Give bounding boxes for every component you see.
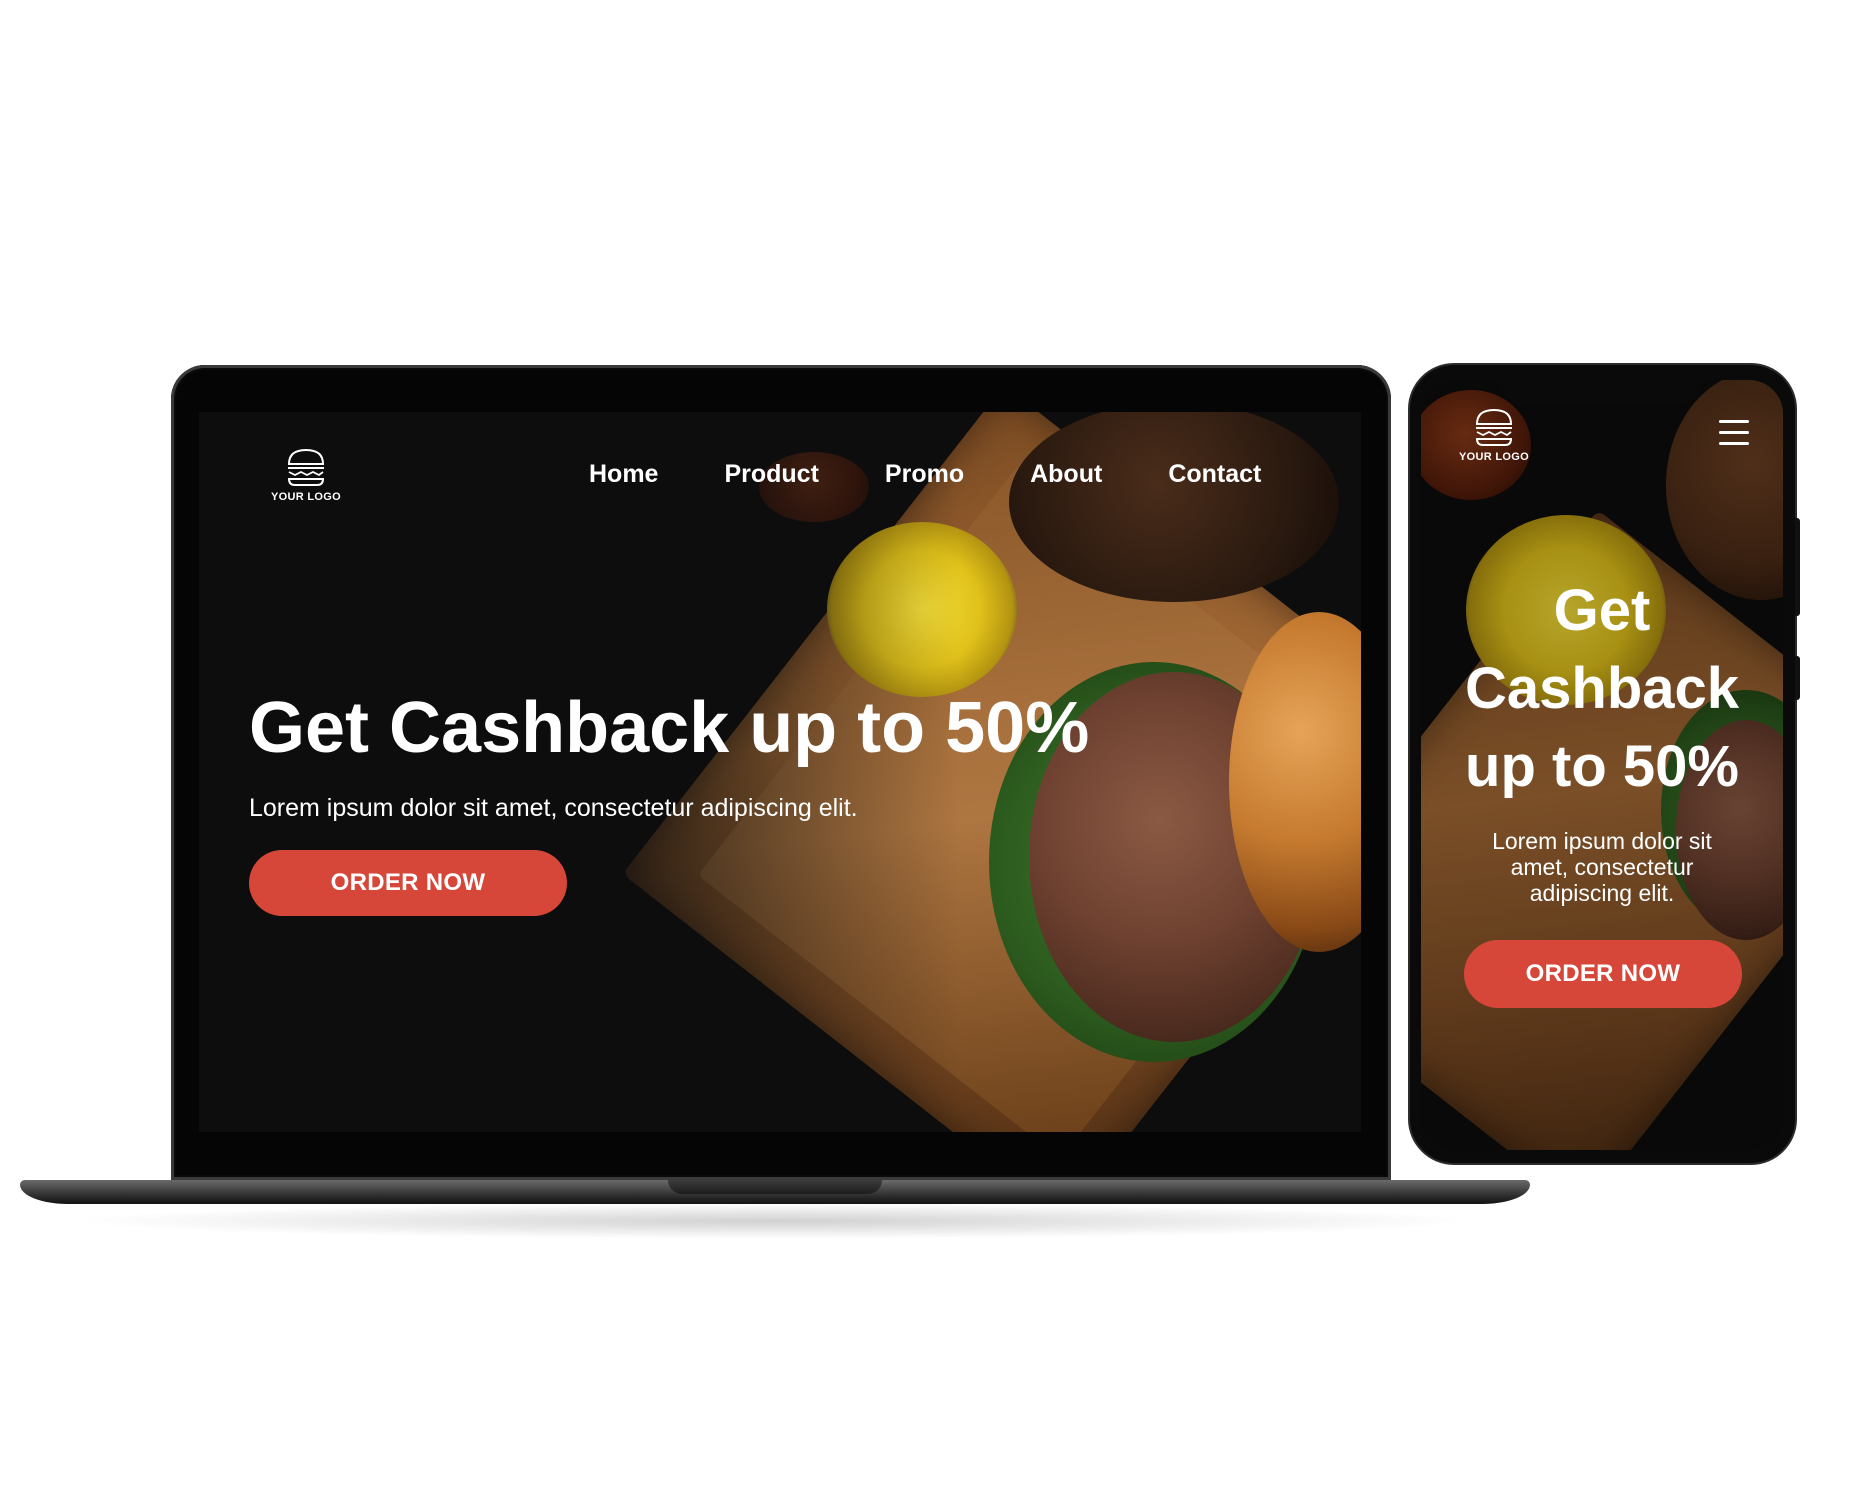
hero-title-line: Get [1553, 578, 1651, 643]
site-logo[interactable]: YOUR LOGO [1459, 404, 1529, 463]
main-nav: Home Product Promo About Contact [589, 460, 1261, 489]
hero-title-line: up to 50% [1465, 734, 1739, 799]
hero-subtitle-line: adipiscing elit. [1529, 880, 1675, 906]
burger-icon [287, 448, 324, 486]
nav-promo[interactable]: Promo [885, 460, 964, 489]
order-now-button[interactable]: ORDER NOW [249, 850, 567, 916]
hero-subtitle: Lorem ipsum dolor sit amet, consectetur … [249, 794, 858, 822]
logo-text: YOUR LOGO [271, 491, 341, 503]
mobile-landing-page: YOUR LOGO Get Cashback up to 50% Lorem i… [1421, 380, 1783, 1150]
order-now-button[interactable]: ORDER NOW [1464, 940, 1742, 1008]
phone-side-button [1795, 656, 1800, 700]
logo-text: YOUR LOGO [1459, 451, 1529, 463]
hero-title: Get Cashback up to 50% [249, 688, 1090, 768]
laptop-opening-notch [668, 1180, 882, 1194]
hamburger-menu-icon[interactable] [1719, 420, 1749, 453]
nav-about[interactable]: About [1030, 460, 1102, 489]
laptop-shadow [70, 1203, 1480, 1239]
nav-product[interactable]: Product [724, 460, 818, 489]
site-logo[interactable]: YOUR LOGO [271, 444, 341, 503]
burger-icon [1475, 408, 1512, 446]
mobile-hero-subtitle: Lorem ipsum dolor sit amet, consectetur … [1421, 828, 1783, 906]
phone-notch [1500, 380, 1700, 404]
hero-subtitle-line: amet, consectetur [1510, 854, 1694, 880]
hero-title-line: Cashback [1464, 656, 1740, 721]
hero-food-image [199, 412, 1361, 1132]
hero-subtitle-line: Lorem ipsum dolor sit [1492, 828, 1712, 854]
mobile-hero-title: Get Cashback up to 50% [1421, 572, 1783, 806]
nav-contact[interactable]: Contact [1168, 460, 1261, 489]
phone-side-button [1795, 518, 1800, 616]
nav-home[interactable]: Home [589, 460, 658, 489]
desktop-landing-page: YOUR LOGO Home Product Promo About Conta… [199, 412, 1361, 1132]
